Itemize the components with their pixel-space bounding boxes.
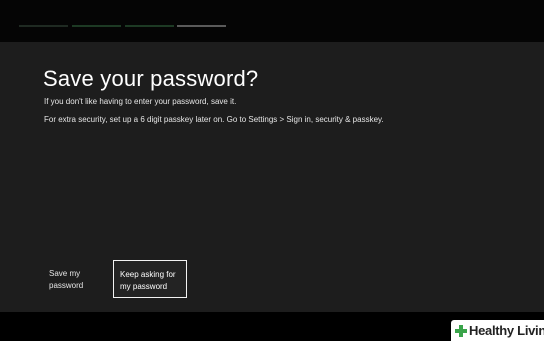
dialog-security-note: For extra security, set up a 6 digit pas… (44, 115, 384, 124)
progress-step-2 (72, 25, 121, 27)
progress-step-3 (125, 25, 174, 27)
watermark-logo: Healthy Living (451, 320, 544, 341)
keep-asking-button-label-1: Keep asking for (120, 270, 176, 279)
keep-asking-button-label-2: my password (120, 282, 168, 291)
keep-asking-button[interactable]: Keep asking for my password (113, 260, 187, 298)
plus-cross-icon (455, 325, 467, 337)
watermark-text: Healthy Living (469, 323, 544, 338)
save-password-button-label-2: password (49, 281, 84, 290)
progress-step-1 (19, 25, 68, 27)
save-password-button[interactable]: Save my password (43, 260, 117, 298)
save-password-button-label-1: Save my (49, 269, 81, 278)
progress-header (0, 0, 544, 42)
dialog-description: If you don't like having to enter your p… (44, 97, 237, 106)
progress-step-4 (177, 25, 226, 27)
dialog-title: Save your password? (43, 66, 259, 91)
